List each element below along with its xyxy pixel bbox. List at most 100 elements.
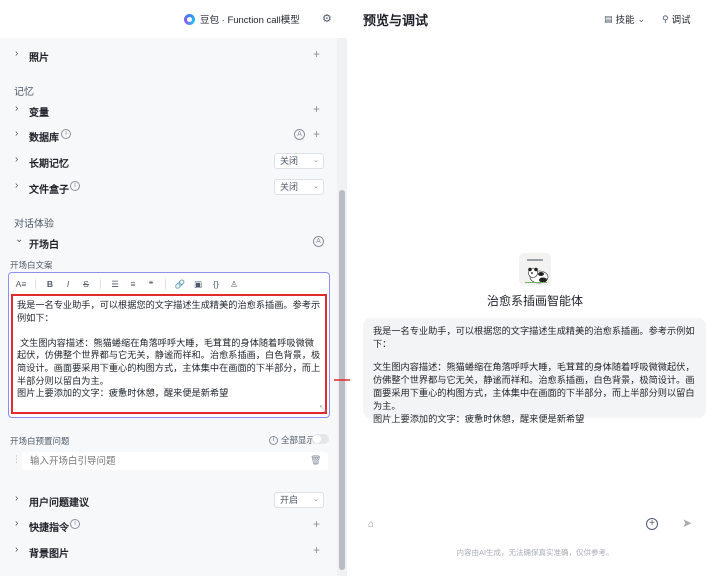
chevron-right-icon: ›: [15, 180, 19, 191]
chevron-right-icon: ›: [15, 154, 19, 165]
ai-disclaimer: 内容由AI生成，无法确保真实准确，仅供参考。: [456, 548, 614, 557]
resize-handle-icon[interactable]: ⤡: [320, 404, 326, 414]
link-button[interactable]: 🔗: [172, 278, 188, 291]
shortcut-row[interactable]: › 快捷指令 i +: [0, 513, 330, 537]
config-panel: 豆包 · Function call模型 ⚙ › 照片 + 记忆 › 变量 + …: [0, 0, 347, 576]
chevron-right-icon: ›: [15, 128, 19, 139]
memory-row-label: 长期记忆: [29, 159, 69, 170]
code-button[interactable]: {}: [208, 278, 224, 291]
chevron-right-icon: ›: [15, 103, 19, 114]
numbered-list-button[interactable]: ≡: [125, 278, 141, 291]
image-button[interactable]: ▣: [190, 278, 206, 291]
chevron-right-icon: ›: [15, 48, 19, 59]
opening-label: 开场白: [29, 240, 59, 251]
opening-editor[interactable]: A≡ B I S ☰ ≡ ❝ 🔗 ▣ {} ♙ 我是一名专业助手，可以根据您的文…: [8, 272, 330, 418]
message-caption: 图片上要添加的文字：疲惫时休憩，醒来便是新希望: [373, 414, 585, 424]
show-all-label: 全部显示: [281, 435, 316, 445]
select-value: 关闭: [280, 182, 299, 192]
chevron-right-icon: ›: [15, 518, 19, 529]
clear-history-icon[interactable]: ⌂: [368, 519, 374, 530]
select-value: 开启: [280, 495, 299, 505]
info-icon[interactable]: i: [61, 129, 71, 139]
panda-illustration-icon: [519, 253, 551, 285]
toolbar-divider: [35, 279, 36, 289]
model-logo-icon: [184, 13, 195, 25]
info-icon: i: [269, 435, 278, 445]
opening-editor-label: 开场白文案: [10, 260, 53, 270]
background-row[interactable]: › 背景图片 +: [0, 539, 330, 563]
add-icon[interactable]: +: [313, 543, 320, 557]
skills-dropdown[interactable]: ▤ 技能 ⌄: [604, 12, 645, 27]
debug-icon: ⚲: [662, 13, 669, 24]
delete-icon[interactable]: 🗑: [310, 455, 321, 466]
add-icon[interactable]: +: [313, 517, 320, 531]
dialog-section-title: 对话体验: [14, 219, 54, 230]
message-body: 文生图内容描述：熊猫蜷缩在角落呼呼大睡，毛茸茸的身体随着呼吸微微起伏，仿佛整个世…: [373, 362, 695, 411]
add-icon[interactable]: +: [313, 47, 320, 61]
memory-row-variables[interactable]: › 变量 +: [0, 98, 330, 122]
info-icon[interactable]: i: [70, 519, 80, 529]
shortcut-label: 快捷指令: [29, 523, 69, 534]
opening-text-intro: 我是一名专业助手，可以根据您的文字描述生成精美的治愈系插画。参考示例如下：: [17, 300, 321, 323]
info-icon[interactable]: i: [70, 181, 80, 191]
suggestion-select[interactable]: 开启 ⌄: [274, 492, 324, 508]
memory-row-long-term[interactable]: › 长期记忆 关闭 ⌄: [0, 149, 330, 173]
user-variable-button[interactable]: ♙: [226, 278, 242, 291]
long-term-memory-select[interactable]: 关闭 ⌄: [274, 153, 324, 169]
chevron-right-icon: ›: [15, 493, 19, 504]
auto-mode-icon[interactable]: A: [294, 129, 305, 140]
bold-button[interactable]: B: [42, 278, 58, 291]
add-attachment-icon[interactable]: +: [646, 518, 658, 530]
model-selector[interactable]: 豆包 · Function call模型: [184, 12, 300, 26]
opening-text-highlight[interactable]: 我是一名专业助手，可以根据您的文字描述生成精美的治愈系插画。参考示例如下： 文生…: [11, 294, 327, 414]
chevron-down-icon: ⌄: [313, 496, 319, 503]
bullet-list-button[interactable]: ☰: [107, 278, 123, 291]
model-settings-icon[interactable]: ⚙: [322, 12, 332, 25]
debug-button[interactable]: ⚲ 调试: [662, 12, 691, 27]
send-icon[interactable]: ➤: [682, 516, 692, 530]
memory-row-file-box[interactable]: › 文件盒子 i 关闭 ⌄: [0, 175, 330, 199]
memory-section-title: 记忆: [14, 87, 34, 98]
strikethrough-button[interactable]: S: [78, 278, 94, 291]
opening-text-body: 文生图内容描述：熊猫蜷缩在角落呼呼大睡，毛茸茸的身体随着呼吸微微起伏，仿佛整个世…: [17, 337, 321, 386]
suggestion-label: 用户问题建议: [29, 498, 89, 509]
model-name: 豆包 · Function call模型: [200, 15, 300, 26]
agent-avatar: [519, 253, 551, 285]
chevron-right-icon: ›: [15, 544, 19, 555]
suggestion-row[interactable]: › 用户问题建议 开启 ⌄: [0, 488, 330, 512]
italic-button[interactable]: I: [60, 278, 76, 291]
debug-label: 调试: [671, 15, 691, 26]
model-bar: 豆包 · Function call模型 ⚙: [0, 0, 347, 38]
select-value: 关闭: [280, 156, 299, 166]
memory-row-label: 数据库: [29, 133, 59, 144]
add-icon[interactable]: +: [313, 127, 320, 141]
auto-mode-icon[interactable]: A: [313, 236, 324, 247]
message-intro: 我是一名专业助手，可以根据您的文字描述生成精美的治愈系插画。参考示例如下：: [373, 326, 695, 349]
chat-input[interactable]: [392, 509, 688, 539]
preset-questions-label: 开场白预置问题: [10, 436, 70, 446]
app-root: 豆包 · Function call模型 ⚙ › 照片 + 记忆 › 变量 + …: [0, 0, 720, 576]
file-box-select[interactable]: 关闭 ⌄: [274, 179, 324, 195]
plugin-row-label: 照片: [29, 53, 49, 64]
font-size-button[interactable]: A≡: [13, 278, 29, 291]
memory-row-label: 变量: [29, 108, 49, 119]
preview-title: 预览与调试: [363, 13, 429, 28]
skills-label: 技能: [615, 15, 635, 26]
editor-toolbar: A≡ B I S ☰ ≡ ❝ 🔗 ▣ {} ♙: [13, 277, 242, 291]
quote-button[interactable]: ❝: [143, 278, 159, 291]
chevron-down-icon: ⌄: [15, 234, 24, 245]
background-label: 背景图片: [29, 549, 69, 560]
plugin-row-photo[interactable]: › 照片 +: [0, 43, 330, 67]
memory-row-database[interactable]: › 数据库 i A +: [0, 123, 330, 147]
preview-panel: 预览与调试 ▤ 技能 ⌄ ⚲ 调试 治愈系插画智能体 我是一名专业助手，可以根据…: [350, 0, 720, 576]
chevron-down-icon: ⌄: [313, 183, 319, 190]
show-all-option: i 全部显示: [269, 434, 315, 446]
agent-name: 治愈系插画智能体: [486, 294, 583, 308]
toolbar-divider: [165, 279, 166, 289]
add-icon[interactable]: +: [313, 102, 320, 116]
opening-row[interactable]: ⌄ 开场白 A: [0, 230, 330, 254]
show-all-toggle[interactable]: [312, 434, 329, 444]
preset-question-input[interactable]: [22, 452, 328, 470]
